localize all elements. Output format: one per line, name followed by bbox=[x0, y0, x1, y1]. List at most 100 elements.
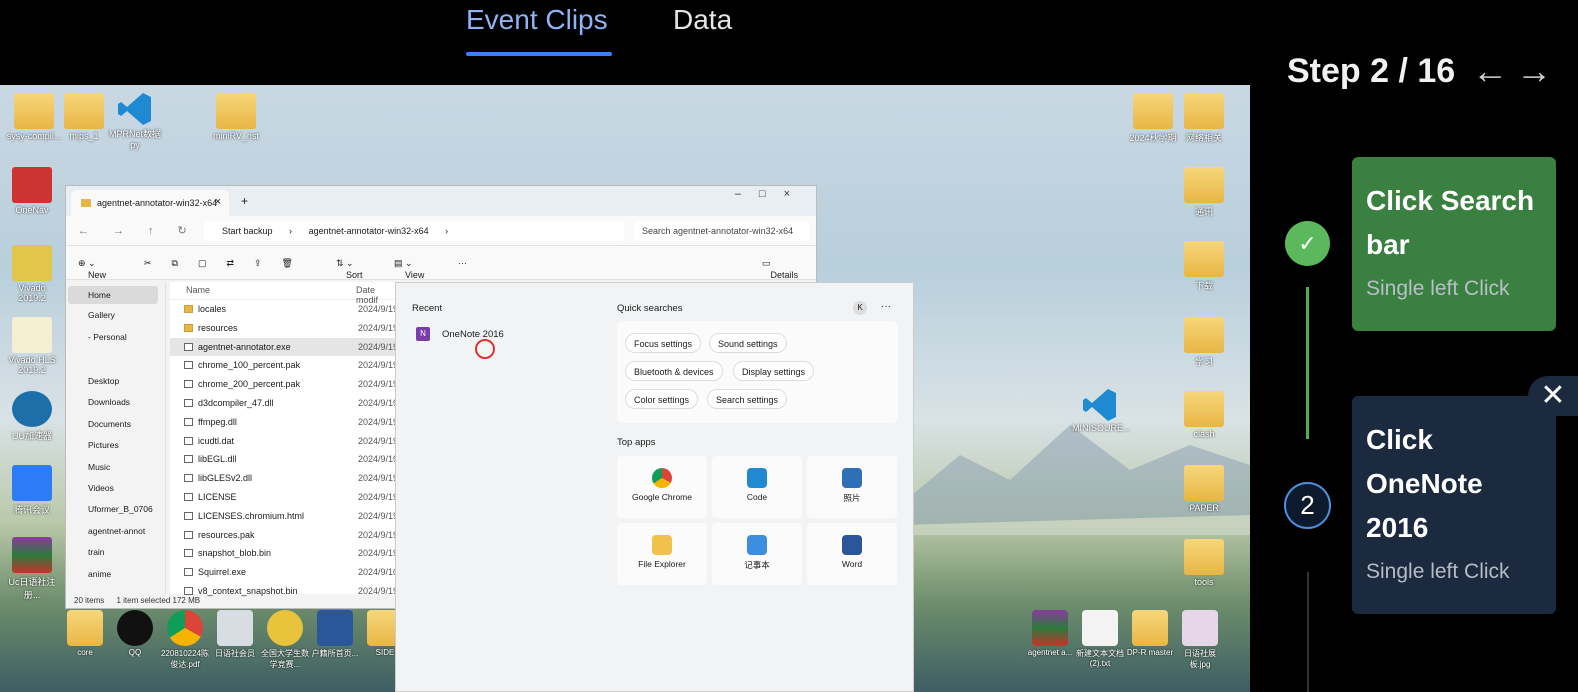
desktop-icon-sysy[interactable]: sysy-compil... bbox=[6, 93, 62, 141]
desktop-icon-dpr[interactable]: DP-R master bbox=[1125, 610, 1175, 657]
more-options-icon[interactable]: ··· bbox=[881, 301, 891, 312]
file-row[interactable]: chrome_100_percent.pak 2024/9/19 bbox=[170, 356, 398, 375]
desktop-icon-label: sysy-compil... bbox=[6, 131, 62, 141]
file-row[interactable]: snapshot_blob.bin 2024/9/19 bbox=[170, 544, 398, 563]
file-row[interactable]: agentnet-annotator.exe 2024/9/19 bbox=[170, 337, 398, 357]
close-tab-icon[interactable]: × bbox=[215, 196, 221, 208]
step-card-1[interactable]: Click Search bar Single left Click bbox=[1352, 157, 1556, 331]
chip-focus-settings[interactable]: Focus settings bbox=[625, 333, 702, 353]
more-options-icon[interactable]: ··· bbox=[458, 258, 467, 268]
desktop-icon-tencent-meeting[interactable]: 腾讯会议 bbox=[4, 465, 60, 516]
desktop-icon-network[interactable]: 网络相关 bbox=[1176, 93, 1232, 144]
file-row[interactable]: libGLESv2.dll 2024/9/19 bbox=[170, 469, 398, 488]
chip-display-settings[interactable]: Display settings bbox=[733, 361, 815, 381]
nav-item-anime[interactable]: anime bbox=[88, 569, 111, 579]
app-tile-word[interactable]: Word bbox=[807, 523, 897, 585]
desktop-icon-board[interactable]: 日语社展板.jpg bbox=[1175, 610, 1225, 670]
user-avatar[interactable]: K bbox=[853, 301, 867, 315]
desktop-icon-core[interactable]: core bbox=[60, 610, 110, 657]
desktop-icon-vivado[interactable]: Vivado 2019.2 bbox=[4, 245, 60, 303]
desktop-icon-onenav[interactable]: OneNav bbox=[4, 167, 60, 215]
desktop-icon-tools[interactable]: tools bbox=[1176, 539, 1232, 587]
file-row[interactable]: locales 2024/9/19 bbox=[170, 300, 398, 319]
desktop-icon-math[interactable]: 全国大学生数学竞赛... bbox=[260, 610, 310, 670]
desktop-icon-tongxun[interactable]: 通讯 bbox=[1176, 167, 1232, 218]
details-button[interactable]: ▭ Details bbox=[762, 258, 798, 280]
nav-item-documents[interactable]: Documents bbox=[88, 419, 131, 429]
breadcrumb-folder[interactable]: agentnet-annotator-win32-x64 bbox=[309, 226, 429, 236]
sort-button[interactable]: ⇅ Sort ⌄ bbox=[336, 258, 363, 280]
nav-item-videos[interactable]: Videos bbox=[88, 483, 114, 493]
chip-sound-settings[interactable]: Sound settings bbox=[709, 333, 787, 353]
explorer-search-input[interactable]: Search agentnet-annotator-win32-x64 bbox=[634, 221, 809, 241]
desktop-icon-uu[interactable]: UU加速器 bbox=[4, 391, 60, 442]
file-row[interactable]: d3dcompiler_47.dll 2024/9/19 bbox=[170, 394, 398, 413]
app-tile-notepad[interactable]: 记事本 bbox=[712, 523, 802, 585]
app-tile-photos[interactable]: 照片 bbox=[807, 456, 897, 518]
next-step-arrow-icon[interactable]: → bbox=[1516, 50, 1552, 92]
nav-item-music[interactable]: Music bbox=[88, 462, 110, 472]
tab-data[interactable]: Data bbox=[673, 0, 753, 56]
tab-event-clips-label: Event Clips bbox=[466, 4, 608, 35]
file-row[interactable]: resources 2024/9/19 bbox=[170, 319, 399, 338]
app-tile-chrome[interactable]: Google Chrome bbox=[617, 456, 707, 518]
column-name[interactable]: Name bbox=[186, 285, 210, 295]
file-row[interactable]: Squirrel.exe 2024/9/10 bbox=[170, 563, 398, 582]
nav-buttons[interactable]: ←→↑↻ bbox=[78, 224, 211, 237]
file-row[interactable]: LICENSES.chromium.html 2024/9/19 bbox=[170, 507, 398, 526]
nav-item-pictures[interactable]: Pictures bbox=[88, 440, 119, 450]
chip-search-settings[interactable]: Search settings bbox=[707, 389, 788, 409]
nav-item-personal[interactable]: - Personal bbox=[88, 332, 127, 342]
file-row[interactable]: icudtl.dat 2024/9/19 bbox=[170, 432, 398, 451]
desktop-icon-vivado-hls[interactable]: Vivado HLS 2019.2 bbox=[4, 317, 60, 375]
nav-item-downloads[interactable]: Downloads bbox=[88, 397, 130, 407]
desktop-icon-mips[interactable]: mips_1 bbox=[56, 93, 112, 141]
edit-icons[interactable]: ✂⧉▢⇄⇪🗑 bbox=[144, 258, 313, 269]
file-row[interactable]: libEGL.dll 2024/9/19 bbox=[170, 450, 398, 469]
app-tile-code[interactable]: Code bbox=[712, 456, 802, 518]
desktop-icon-chrome-pdf[interactable]: 220810224陈俊达.pdf bbox=[160, 610, 210, 670]
nav-item-home[interactable]: Home bbox=[88, 290, 111, 300]
breadcrumb-start[interactable]: Start backup bbox=[222, 226, 273, 236]
file-row[interactable]: chrome_200_percent.pak 2024/9/19 bbox=[170, 375, 398, 394]
chip-color-settings[interactable]: Color settings bbox=[625, 389, 699, 409]
file-row[interactable]: v8_context_snapshot.bin 2024/9/19 bbox=[170, 582, 398, 601]
desktop-icon-paper[interactable]: PAPER bbox=[1176, 465, 1232, 513]
desktop-icon-mprnet[interactable]: MPRNet数据py bbox=[107, 89, 163, 150]
nav-item-train[interactable]: train bbox=[88, 547, 105, 557]
desktop-icon-download[interactable]: 下载 bbox=[1176, 241, 1232, 292]
app-tile-file-explorer[interactable]: File Explorer bbox=[617, 523, 707, 585]
address-bar[interactable]: Start backup › agentnet-annotator-win32-… bbox=[204, 221, 624, 241]
nav-item-gallery[interactable]: Gallery bbox=[88, 310, 115, 320]
prev-step-arrow-icon[interactable]: ← bbox=[1472, 50, 1508, 92]
nav-item-desktop[interactable]: Desktop bbox=[88, 376, 119, 386]
desktop-icon-txt[interactable]: 新建文本文档 (2).txt bbox=[1075, 610, 1125, 668]
desktop-icon-agentnet[interactable]: agentnet a... bbox=[1025, 610, 1075, 657]
new-button[interactable]: ⊕ New ⌄ bbox=[78, 258, 106, 280]
explorer-tab[interactable]: agentnet-annotator-win32-x64 × bbox=[71, 190, 229, 216]
step-card-2[interactable]: Click OneNote 2016 Single left Click bbox=[1352, 396, 1556, 614]
desktop-icon-label: tools bbox=[1194, 577, 1214, 587]
file-row[interactable]: resources.pak 2024/9/19 bbox=[170, 526, 398, 545]
desktop-icon-minisource[interactable]: MINISOURE... bbox=[1072, 385, 1131, 433]
desktop-icon-qq[interactable]: QQ bbox=[110, 610, 160, 657]
file-row[interactable]: ffmpeg.dll 2024/9/19 bbox=[170, 413, 398, 432]
tab-event-clips[interactable]: Event Clips bbox=[466, 0, 612, 56]
desktop-icon-study[interactable]: 学习 bbox=[1176, 317, 1232, 368]
desktop-icon-minirv[interactable]: miniRV_nst bbox=[208, 93, 264, 141]
nav-item-agentnet[interactable]: agentnet-annot bbox=[88, 526, 145, 536]
chip-bluetooth[interactable]: Bluetooth & devices bbox=[625, 361, 723, 381]
close-icon[interactable]: ✕ bbox=[1528, 376, 1578, 416]
nav-item-uformer[interactable]: Uformer_B_0706 bbox=[88, 504, 153, 514]
desktop-icon-jpg[interactable]: 日语社会员 bbox=[210, 610, 260, 659]
view-button[interactable]: ▤ View ⌄ bbox=[394, 258, 424, 280]
desktop-icon-word-doc[interactable]: 户籍所首页... bbox=[310, 610, 360, 659]
uu-icon bbox=[12, 391, 52, 427]
desktop-icon-winrar[interactable]: Uc日语社注册... bbox=[4, 537, 60, 601]
desktop-icon-clash[interactable]: clash bbox=[1176, 391, 1232, 439]
file-date: 2024/9/19 bbox=[358, 322, 399, 333]
new-tab-button[interactable]: + bbox=[241, 194, 248, 208]
file-row[interactable]: LICENSE 2024/9/19 bbox=[170, 488, 398, 507]
desktop-icon-2024[interactable]: 2024秋学期 bbox=[1125, 93, 1181, 144]
window-controls[interactable]: –□× bbox=[735, 188, 808, 200]
